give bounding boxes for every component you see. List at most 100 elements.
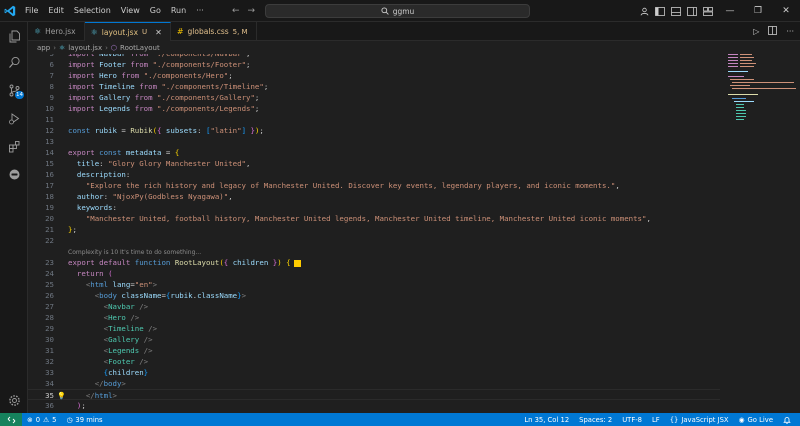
menu-selection[interactable]: Selection xyxy=(69,0,116,22)
close-tab-icon[interactable]: ✕ xyxy=(155,28,162,37)
breadcrumb: app › ⚛ layout.jsx › ⬡ RootLayout xyxy=(28,41,800,54)
code-line: 28 <Hero /> xyxy=(45,313,140,322)
code-line: 11 xyxy=(45,115,54,124)
search-text: ggmu xyxy=(392,6,415,16)
vscode-logo-icon xyxy=(0,0,20,22)
code-line: 30 <Gallery /> xyxy=(45,335,153,344)
react-file-icon: ⚛ xyxy=(34,27,42,36)
indentation[interactable]: Spaces: 2 xyxy=(574,416,617,424)
restore-icon[interactable]: ❐ xyxy=(744,0,772,22)
code-editor[interactable]: 5import Navbar from "./components/Navbar… xyxy=(28,54,720,413)
extensions-icon[interactable] xyxy=(0,134,28,158)
code-line: 23 export default function RootLayout({ c… xyxy=(28,257,720,268)
source-control-badge: 14 xyxy=(15,91,24,99)
code-line: 13 xyxy=(45,137,54,146)
color-swatch-icon xyxy=(293,259,301,267)
minimap[interactable] xyxy=(720,54,800,413)
code-line: 18 author: "NjoxPy(Godbless Nyagawa)", xyxy=(45,192,233,201)
code-line: 22 xyxy=(45,236,54,245)
tab-hero-jsx[interactable]: ⚛ Hero.jsx xyxy=(28,22,85,41)
split-editor-icon[interactable] xyxy=(768,26,778,37)
code-line: 34 </body> xyxy=(45,379,126,388)
forward-arrow-icon[interactable]: → xyxy=(248,6,256,16)
error-count: 0 xyxy=(35,415,41,424)
code-line: 24 return ( xyxy=(45,269,113,278)
language-mode[interactable]: {} JavaScript JSX xyxy=(665,416,734,424)
end-of-line[interactable]: LF xyxy=(647,416,665,424)
chevron-right-icon: › xyxy=(53,43,56,52)
menu-view[interactable]: View xyxy=(116,0,145,22)
breadcrumb-symbol[interactable]: RootLayout xyxy=(120,44,160,52)
tab-layout-jsx[interactable]: ⚛ layout.jsx U ✕ xyxy=(84,22,171,41)
minimize-icon[interactable]: — xyxy=(716,0,744,22)
menu-edit[interactable]: Edit xyxy=(43,0,69,22)
code-line: 20 "Manchester United, football history,… xyxy=(45,214,651,223)
search-sidebar-icon[interactable] xyxy=(0,50,28,74)
toggle-panel-bottom-icon[interactable] xyxy=(668,0,684,22)
language-text: JavaScript JSX xyxy=(681,415,729,424)
error-icon: ⊗ xyxy=(27,415,33,424)
code-line: 12 const rubik = Rubik({ subsets: ["latin… xyxy=(45,126,264,135)
code-line-current: 35 💡 </html> xyxy=(28,389,720,400)
code-line: 36 ); xyxy=(45,401,86,410)
account-icon[interactable] xyxy=(636,0,652,22)
nav-arrows: ← → xyxy=(232,0,255,22)
toggle-panel-right-icon[interactable] xyxy=(684,0,700,22)
remote-indicator-icon[interactable] xyxy=(0,413,22,426)
code-line: 29 <Timeline /> xyxy=(45,324,158,333)
react-file-icon: ⚛ xyxy=(59,43,66,52)
back-arrow-icon[interactable]: ← xyxy=(232,6,240,16)
css-file-icon: # xyxy=(176,27,184,36)
settings-gear-icon[interactable] xyxy=(0,388,28,412)
menu-file[interactable]: File xyxy=(20,0,43,22)
code-line: 8 import Timeline from "./components/Time… xyxy=(49,82,269,91)
run-debug-icon[interactable] xyxy=(0,106,28,130)
source-control-icon[interactable]: 14 xyxy=(0,78,28,102)
go-live-text: Go Live xyxy=(747,415,773,424)
editor-tabs: ⚛ Hero.jsx ⚛ layout.jsx U ✕ # globals.cs… xyxy=(28,22,800,41)
go-live-button[interactable]: ◉ Go Live xyxy=(734,416,778,424)
code-line: 26 <body className={rubik.className}> xyxy=(45,291,247,300)
title-bar: File Edit Selection View Go Run ··· ← → … xyxy=(0,0,800,22)
code-line: 17 "Explore the rich history and legacy … xyxy=(45,181,620,190)
problems-indicator[interactable]: ⊗ 0 ⚠ 5 xyxy=(22,416,61,424)
braces-icon: {} xyxy=(669,415,679,424)
code-line: 27 <Navbar /> xyxy=(45,302,149,311)
run-file-icon[interactable]: ▷ xyxy=(753,27,759,36)
remote-explorer-icon[interactable] xyxy=(0,162,28,186)
broadcast-icon: ◉ xyxy=(738,415,745,424)
tab-label: globals.css xyxy=(187,27,229,36)
time-tracker[interactable]: ◷ 39 mins xyxy=(61,416,107,424)
encoding[interactable]: UTF-8 xyxy=(617,416,647,424)
code-line: 6 import Footer from "./components/Footer… xyxy=(49,60,251,69)
code-line: 19 keywords: xyxy=(45,203,117,212)
menu-more[interactable]: ··· xyxy=(191,0,209,22)
clock-icon: ◷ xyxy=(66,415,73,424)
chevron-right-icon: › xyxy=(105,43,108,52)
tab-globals-css[interactable]: # globals.css 5, M xyxy=(171,22,257,41)
more-actions-icon[interactable]: ··· xyxy=(786,27,794,36)
menu-go[interactable]: Go xyxy=(145,0,166,22)
command-center-search[interactable]: ggmu xyxy=(265,4,530,18)
notifications-bell-icon[interactable] xyxy=(778,416,796,424)
code-line: 33 {children} xyxy=(45,368,149,377)
function-symbol-icon: ⬡ xyxy=(110,43,118,52)
window-controls: — ❐ ✕ xyxy=(636,0,800,22)
toggle-panel-left-icon[interactable] xyxy=(652,0,668,22)
code-line: 31 <Legends /> xyxy=(45,346,153,355)
time-text: 39 mins xyxy=(75,415,103,424)
activity-bar: 14 xyxy=(0,22,28,413)
code-line: 7 import Hero from "./components/Hero"; xyxy=(49,71,233,80)
breadcrumb-folder[interactable]: app xyxy=(37,44,50,52)
cursor-position[interactable]: Ln 35, Col 12 xyxy=(519,416,574,424)
code-line: 32 <Footer /> xyxy=(45,357,149,366)
breadcrumb-file[interactable]: layout.jsx xyxy=(68,44,102,52)
warning-icon: ⚠ xyxy=(43,415,50,424)
close-window-icon[interactable]: ✕ xyxy=(772,0,800,22)
status-bar: ⊗ 0 ⚠ 5 ◷ 39 mins Ln 35, Col 12 Spaces: … xyxy=(0,413,800,426)
explorer-icon[interactable] xyxy=(0,24,28,48)
menu-run[interactable]: Run xyxy=(166,0,191,22)
customize-layout-icon[interactable] xyxy=(700,0,716,22)
code-line: 9 import Gallery from "./components/Galle… xyxy=(49,93,260,102)
code-line: 21}; xyxy=(45,225,77,234)
